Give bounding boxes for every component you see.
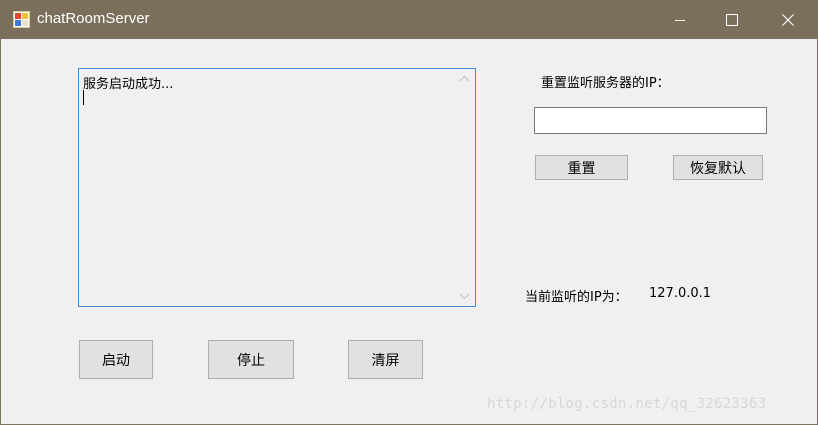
ip-input[interactable]	[534, 107, 767, 134]
watermark-text: http://blog.csdn.net/qq_32623363	[487, 396, 767, 412]
reset-ip-label: 重置监听服务器的IP：	[541, 76, 670, 91]
title-bar[interactable]: chatRoomServer	[1, 1, 818, 39]
log-text: 服务启动成功...	[83, 77, 174, 92]
minimize-icon	[675, 20, 685, 21]
close-button[interactable]	[765, 1, 811, 39]
current-ip-value: 127.0.0.1	[649, 286, 712, 301]
app-window: chatRoomServer 服务启动成功... 重置监听服务器的IP： 重置 …	[0, 0, 818, 425]
maximize-button[interactable]	[709, 1, 755, 39]
start-button[interactable]: 启动	[79, 340, 153, 379]
restore-default-button[interactable]: 恢复默认	[673, 155, 763, 180]
vertical-scrollbar[interactable]	[455, 69, 475, 306]
reset-button[interactable]: 重置	[535, 155, 628, 180]
minimize-button[interactable]	[657, 1, 703, 39]
log-textarea[interactable]: 服务启动成功...	[78, 68, 476, 307]
scroll-up-arrow-icon[interactable]	[459, 75, 470, 82]
app-icon	[13, 11, 30, 28]
maximize-icon	[726, 14, 738, 26]
text-caret	[83, 90, 84, 105]
current-ip-label: 当前监听的IP为：	[525, 290, 628, 305]
window-title: chatRoomServer	[37, 10, 150, 27]
close-icon	[782, 14, 794, 26]
clear-screen-button[interactable]: 清屏	[348, 340, 423, 379]
scroll-down-arrow-icon[interactable]	[459, 293, 470, 300]
stop-button[interactable]: 停止	[208, 340, 294, 379]
